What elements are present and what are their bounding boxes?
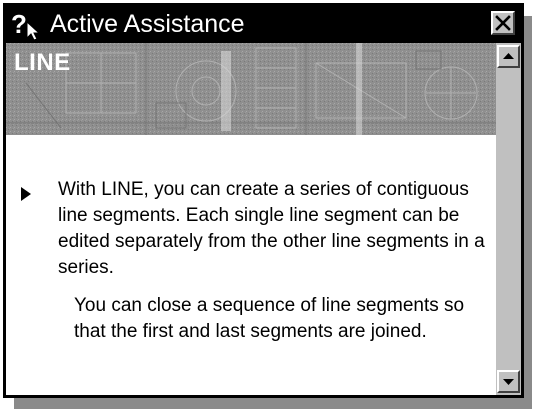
topic-heading: LINE [14, 49, 71, 76]
help-content: With LINE, you can create a series of co… [6, 135, 496, 395]
active-assistance-window: ? Active Assistance LINE With LINE, you … [3, 3, 524, 398]
scroll-down-button[interactable] [497, 370, 520, 393]
description-paragraph: With LINE, you can create a series of co… [58, 179, 485, 278]
close-icon [493, 13, 513, 33]
vertical-scrollbar[interactable] [496, 43, 521, 395]
close-button[interactable] [491, 11, 515, 35]
svg-text:?: ? [11, 9, 27, 39]
help-client-area: LINE With LINE, you can create a series … [6, 43, 521, 395]
blueprint-background-image [6, 43, 496, 135]
help-cursor-icon: ? [10, 8, 44, 41]
topic-banner: LINE [6, 43, 496, 135]
scroll-up-arrow-icon [499, 47, 518, 66]
window-title: Active Assistance [50, 10, 245, 38]
triangle-bullet-icon [20, 186, 32, 202]
scroll-up-button[interactable] [497, 45, 520, 68]
scroll-track[interactable] [497, 68, 520, 370]
scroll-down-arrow-icon [499, 372, 518, 391]
close-sequence-paragraph: You can close a sequence of line segment… [74, 295, 465, 342]
title-bar[interactable]: ? Active Assistance [6, 6, 521, 43]
